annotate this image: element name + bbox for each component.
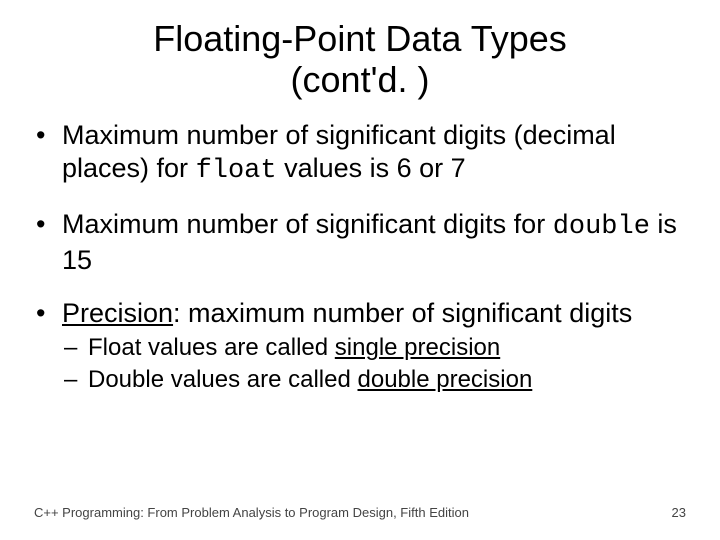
footer-page-number: 23 (672, 505, 686, 520)
bullet-list: Maximum number of significant digits (de… (34, 119, 686, 396)
title-line-2: (cont'd. ) (291, 59, 430, 100)
bullet-3: Precision: maximum number of significant… (34, 297, 686, 396)
title-line-1: Floating-Point Data Types (153, 18, 567, 59)
footer-source: C++ Programming: From Problem Analysis t… (34, 505, 469, 520)
bullet-3-term: Precision (62, 298, 173, 328)
sub-bullet-2-u: double precision (358, 366, 533, 393)
slide: Floating-Point Data Types (cont'd. ) Max… (0, 0, 720, 540)
sub-bullet-2: Double values are called double precisio… (62, 365, 686, 395)
bullet-1-code: float (196, 156, 277, 186)
bullet-3-rest: : maximum number of significant digits (173, 298, 632, 328)
bullet-2-code: double (553, 212, 650, 242)
sub-bullet-1: Float values are called single precision (62, 333, 686, 363)
sub-bullet-2-pre: Double values are called (88, 366, 358, 393)
sub-bullet-1-u: single precision (335, 334, 500, 361)
bullet-2-text-pre: Maximum number of significant digits for (62, 209, 553, 239)
slide-body: Maximum number of significant digits (de… (0, 101, 720, 396)
slide-title: Floating-Point Data Types (cont'd. ) (0, 0, 720, 101)
bullet-1-text-post: values is 6 or 7 (277, 153, 466, 183)
bullet-1: Maximum number of significant digits (de… (34, 119, 686, 188)
sub-bullet-1-pre: Float values are called (88, 334, 335, 361)
bullet-2: Maximum number of significant digits for… (34, 208, 686, 277)
sub-bullet-list: Float values are called single precision… (62, 333, 686, 395)
